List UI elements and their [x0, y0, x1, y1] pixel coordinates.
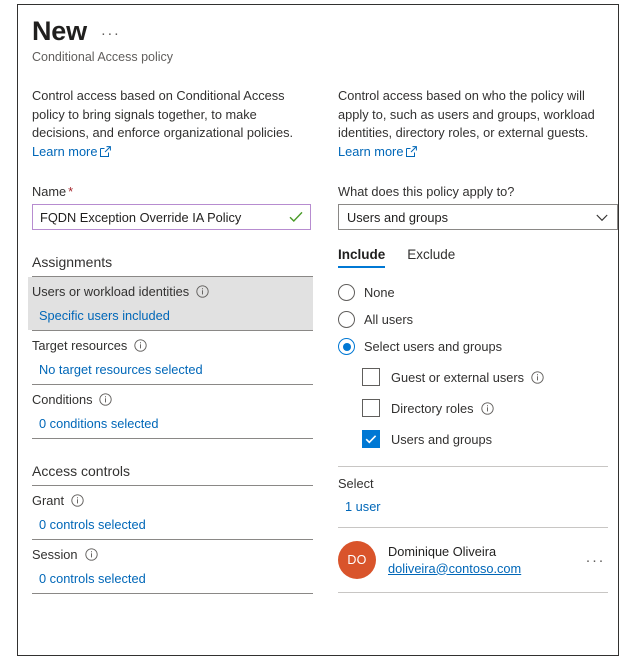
access-controls-section-title: Access controls [32, 463, 131, 479]
left-description-block: Control access based on Conditional Acce… [32, 87, 304, 162]
selected-user-divider-bottom [338, 592, 608, 593]
left-description-text: Control access based on Conditional Acce… [32, 88, 294, 140]
info-icon[interactable] [99, 393, 113, 406]
name-input[interactable] [33, 205, 289, 229]
selected-user-name: Dominique Oliveira [388, 543, 497, 559]
info-icon[interactable] [480, 401, 494, 415]
selected-users-count-link[interactable]: 1 user [345, 499, 381, 514]
assignment-row-label: Target resources [32, 338, 128, 353]
access-control-row-label: Grant [32, 493, 65, 508]
assignment-row-value-link[interactable]: No target resources selected [39, 362, 203, 377]
external-link-icon [406, 144, 418, 163]
panel-header: New ··· Conditional Access policy [18, 5, 618, 66]
access-control-row-label: Session [32, 547, 78, 562]
page-subtitle: Conditional Access policy [32, 50, 174, 64]
checkbox-label: Users and groups [391, 431, 493, 447]
radio-option-label: None [364, 285, 395, 300]
info-icon[interactable] [531, 370, 544, 384]
left-column: Control access based on Conditional Acce… [18, 87, 316, 655]
include-exclude-tabs: Include Exclude [338, 247, 618, 268]
assignment-row-target-resources[interactable]: Target resources No target resources sel… [32, 331, 313, 384]
right-learn-more-link[interactable]: Learn more [338, 143, 418, 159]
avatar: DO [338, 541, 376, 579]
select-section-divider-top [338, 466, 608, 467]
access-controls-divider-2 [32, 593, 313, 594]
radio-option-label: All users [364, 312, 414, 327]
policy-scope-dropdown-label: What does this policy apply to? [338, 184, 515, 199]
assignments-divider-3 [32, 438, 313, 439]
user-row-more-menu-button[interactable]: ··· [586, 552, 609, 569]
tab-include[interactable]: Include [338, 247, 386, 268]
checkbox-icon[interactable] [362, 399, 380, 417]
assignments-section-title: Assignments [32, 254, 113, 270]
access-control-row-value-link[interactable]: 0 controls selected [39, 517, 146, 532]
radio-icon[interactable] [338, 311, 355, 328]
chevron-down-icon [596, 210, 608, 225]
left-learn-more-label: Learn more [32, 143, 98, 159]
radio-option-all-users[interactable]: All users [338, 311, 618, 328]
valid-check-icon [289, 211, 303, 223]
info-icon[interactable] [196, 285, 209, 298]
policy-scope-dropdown-value: Users and groups [347, 209, 449, 225]
tab-exclude[interactable]: Exclude [407, 247, 455, 268]
assignment-row-conditions[interactable]: Conditions 0 conditions selected [32, 385, 313, 438]
radio-option-select-users-and-groups[interactable]: Select users and groups [338, 338, 618, 355]
access-control-row-grant[interactable]: Grant 0 controls selected [32, 486, 313, 539]
selected-user-info: Dominique Oliveira doliveira@contoso.com [388, 543, 586, 578]
assignment-row-label: Users or workload identities [32, 284, 190, 299]
name-input-wrapper[interactable] [32, 204, 311, 230]
right-description-text: Control access based on who the policy w… [338, 88, 595, 140]
conditional-access-policy-panel: New ··· Conditional Access policy Contro… [17, 4, 619, 656]
checkbox-icon[interactable] [362, 368, 380, 386]
checkbox-directory-roles[interactable]: Directory roles [362, 399, 618, 417]
selected-user-row[interactable]: DO Dominique Oliveira doliveira@contoso.… [338, 541, 608, 579]
select-section-divider-bottom [338, 527, 608, 528]
policy-scope-dropdown[interactable]: Users and groups [338, 204, 618, 230]
required-asterisk: * [68, 184, 74, 199]
name-field-label: Name * [32, 184, 316, 199]
panel-body: Control access based on Conditional Acce… [18, 87, 618, 655]
checkbox-label: Directory roles [391, 400, 474, 416]
external-link-icon [100, 144, 112, 163]
radio-icon[interactable] [338, 284, 355, 301]
checkbox-guest-or-external-users[interactable]: Guest or external users [362, 368, 618, 386]
select-section-label: Select [338, 476, 374, 491]
name-label-text: Name [32, 184, 67, 199]
access-control-row-session[interactable]: Session 0 controls selected [32, 540, 313, 593]
right-description-block: Control access based on who the policy w… [338, 87, 598, 162]
header-more-menu-button[interactable]: ··· [101, 26, 121, 41]
checkbox-icon-checked[interactable] [362, 430, 380, 448]
checkbox-users-and-groups[interactable]: Users and groups [362, 430, 618, 448]
assignment-row-users-or-workload-identities[interactable]: Users or workload identities Specific us… [28, 277, 313, 330]
assignment-row-value-link[interactable]: 0 conditions selected [39, 416, 159, 431]
right-learn-more-label: Learn more [338, 143, 404, 159]
radio-option-none[interactable]: None [338, 284, 618, 301]
info-icon[interactable] [71, 494, 84, 507]
radio-icon-selected[interactable] [338, 338, 355, 355]
selected-user-email[interactable]: doliveira@contoso.com [388, 560, 521, 578]
assignment-row-label: Conditions [32, 392, 93, 407]
checkbox-label: Guest or external users [391, 369, 525, 385]
right-column: Control access based on who the policy w… [317, 87, 618, 655]
radio-option-label: Select users and groups [364, 339, 503, 354]
info-icon[interactable] [84, 548, 98, 561]
assignment-row-value-link[interactable]: Specific users included [39, 308, 170, 323]
left-learn-more-link[interactable]: Learn more [32, 143, 112, 159]
info-icon[interactable] [134, 339, 147, 352]
page-title: New [32, 16, 87, 46]
access-control-row-value-link[interactable]: 0 controls selected [39, 571, 146, 586]
